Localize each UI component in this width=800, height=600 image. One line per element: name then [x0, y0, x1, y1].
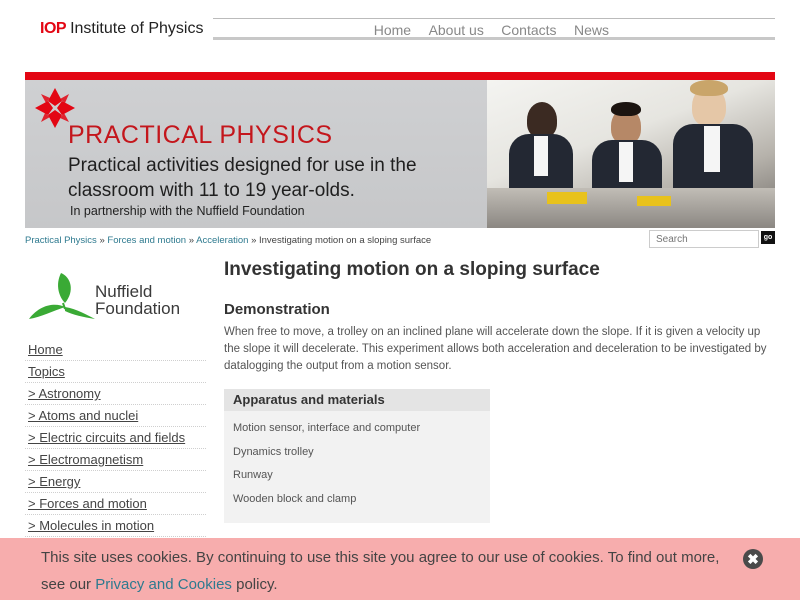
sidebar-item-energy[interactable]: > Energy: [25, 471, 206, 493]
breadcrumb-current: Investigating motion on a sloping surfac…: [259, 235, 432, 246]
sidebar-item-molecules-in-motion[interactable]: > Molecules in motion: [25, 515, 206, 537]
sidebar-item-atoms-and-nuclei[interactable]: > Atoms and nuclei: [25, 405, 206, 427]
nuffield-line1: Nuffield: [95, 282, 153, 301]
main-content: Investigating motion on a sloping surfac…: [224, 258, 775, 523]
sidebar-item-electric-circuits[interactable]: > Electric circuits and fields: [25, 427, 206, 449]
nuffield-wordmark: Nuffield Foundation: [95, 283, 180, 317]
nav-news[interactable]: News: [574, 22, 609, 38]
apparatus-item: Runway: [233, 469, 273, 481]
site-header: IOP Institute of Physics Home About us Co…: [0, 0, 800, 72]
breadcrumb-acceleration[interactable]: Acceleration: [196, 235, 248, 246]
cookie-message: This site uses cookies. By continuing to…: [41, 544, 741, 598]
privacy-cookies-link[interactable]: Privacy and Cookies: [95, 576, 232, 593]
nuffield-leaf-icon: [29, 273, 95, 319]
banner-title: PRACTICAL PHYSICS: [68, 121, 333, 149]
apparatus-item: Motion sensor, interface and computer: [233, 422, 421, 434]
breadcrumb-separator: »: [99, 235, 105, 246]
search-go-button[interactable]: go: [761, 231, 775, 244]
breadcrumb-forces-and-motion[interactable]: Forces and motion: [107, 235, 186, 246]
sidebar-item-electromagnetism[interactable]: > Electromagnetism: [25, 449, 206, 471]
close-icon[interactable]: ✖: [743, 549, 763, 569]
cookie-banner: This site uses cookies. By continuing to…: [0, 538, 800, 600]
apparatus-item: Wooden block and clamp: [233, 492, 357, 505]
section-description: When free to move, a trolley on an incli…: [224, 326, 767, 372]
apparatus-heading: Apparatus and materials: [224, 389, 490, 411]
lab-bench: [487, 188, 775, 228]
breadcrumb-separator: »: [188, 235, 195, 246]
breadcrumb: Practical Physics » Forces and motion » …: [25, 235, 431, 246]
page-title: Investigating motion on a sloping surfac…: [224, 259, 600, 280]
sidebar-item-forces-and-motion[interactable]: > Forces and motion: [25, 493, 206, 515]
cookie-text-after: policy.: [231, 576, 278, 593]
banner-partner-line: In partnership with the Nuffield Foundat…: [70, 204, 305, 218]
breadcrumb-separator: »: [251, 235, 257, 246]
search-input[interactable]: [649, 230, 759, 248]
nuffield-foundation-logo[interactable]: Nuffield Foundation: [25, 267, 185, 327]
logo-name: Institute of Physics: [70, 20, 204, 37]
section-heading: Demonstration: [224, 301, 330, 318]
sidebar-item-home[interactable]: Home: [25, 339, 206, 361]
apparatus-box: Apparatus and materials Motion sensor, i…: [224, 389, 490, 523]
apparatus-item: Dynamics trolley: [233, 445, 314, 458]
practical-physics-banner[interactable]: PRACTICAL PHYSICS Practical activities d…: [25, 80, 775, 228]
sidebar-item-astronomy[interactable]: > Astronomy: [25, 383, 206, 405]
sidebar-nav: Home Topics > Astronomy > Atoms and nucl…: [25, 339, 206, 537]
top-nav: Home About us Contacts News: [213, 18, 775, 40]
red-divider: [25, 72, 775, 80]
banner-text-panel: PRACTICAL PHYSICS Practical activities d…: [25, 80, 487, 228]
apparatus-list: Motion sensor, interface and computer Dy…: [224, 411, 490, 517]
banner-tagline: Practical activities designed for use in…: [68, 155, 417, 201]
iop-logo[interactable]: IOP Institute of Physics: [40, 20, 203, 38]
nav-home[interactable]: Home: [374, 22, 411, 38]
nav-about-us[interactable]: About us: [429, 22, 484, 38]
nav-contacts[interactable]: Contacts: [501, 22, 556, 38]
students-photo: [487, 80, 775, 228]
sidebar-item-topics[interactable]: Topics: [25, 361, 206, 383]
logo-abbr: IOP: [40, 20, 67, 37]
nuffield-line2: Foundation: [95, 299, 181, 318]
breadcrumb-practical-physics[interactable]: Practical Physics: [25, 235, 97, 246]
